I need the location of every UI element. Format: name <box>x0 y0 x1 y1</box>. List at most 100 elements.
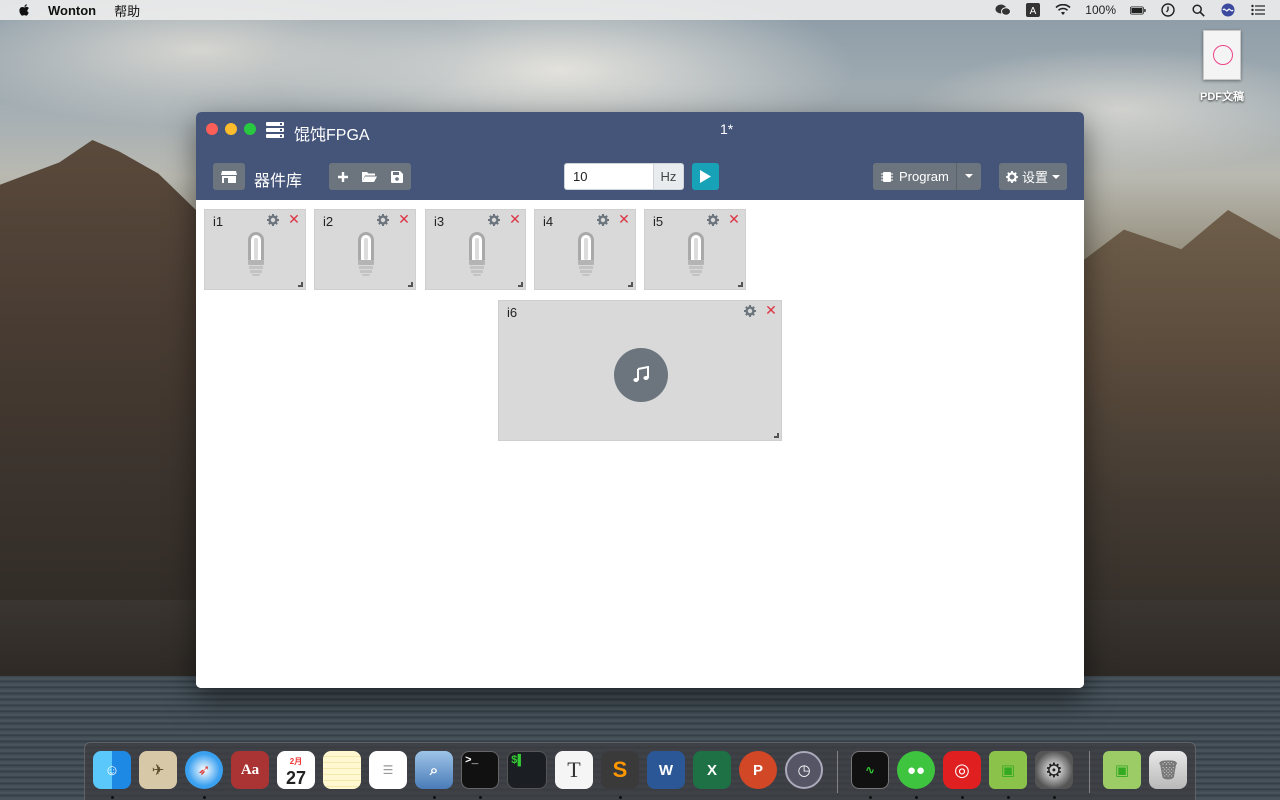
netease-music-icon[interactable]: ◎ <box>943 751 981 789</box>
resize-handle[interactable] <box>738 282 743 287</box>
trash-icon[interactable]: 🗑 <box>1149 751 1187 789</box>
component-card-i5[interactable]: i5 ✕ <box>644 209 746 290</box>
calendar-icon[interactable]: 2月 27 <box>277 751 315 789</box>
resize-handle[interactable] <box>298 282 303 287</box>
window-zoom-button[interactable] <box>244 123 256 135</box>
typora-icon[interactable]: T <box>555 751 593 789</box>
preview-icon[interactable]: ⌕ <box>415 751 453 789</box>
component-id: i5 <box>653 214 664 229</box>
console-icon[interactable]: $▌ <box>507 751 547 789</box>
plus-icon <box>337 171 348 182</box>
run-button[interactable] <box>692 163 719 190</box>
wechat-status-icon[interactable] <box>995 3 1012 17</box>
component-remove-close-icon[interactable]: ✕ <box>765 303 777 317</box>
desktop-file-label: PDF文稿 <box>1200 91 1244 103</box>
component-card-i2[interactable]: i2 ✕ <box>314 209 416 290</box>
input-method-icon[interactable]: A <box>1025 3 1041 17</box>
dictionary-icon[interactable]: Aa <box>231 751 269 789</box>
svg-text:A: A <box>1030 6 1037 17</box>
settings-dropdown-button[interactable]: 设置 <box>999 163 1067 190</box>
wechat-icon[interactable]: ●● <box>897 751 935 789</box>
frequency-unit: Hz <box>653 163 684 190</box>
component-settings-gear-icon[interactable] <box>267 214 279 226</box>
component-remove-close-icon[interactable]: ✕ <box>618 212 630 226</box>
menu-app-name[interactable]: Wonton <box>48 3 96 18</box>
resize-handle[interactable] <box>408 282 413 287</box>
dock-running-indicator <box>619 796 622 799</box>
wonton-downloads-icon[interactable]: ▣ <box>1103 751 1141 789</box>
activity-monitor-icon[interactable]: ∿ <box>851 751 889 789</box>
calendar-day: 27 <box>285 768 307 788</box>
system-preferences-icon[interactable]: ⚙ <box>1035 751 1073 789</box>
program-caret-down-icon[interactable] <box>965 174 973 178</box>
component-id: i3 <box>434 214 445 229</box>
preview-photo-icon[interactable]: ✈ <box>139 751 177 789</box>
battery-percentage: 100% <box>1085 3 1116 17</box>
light-bulb-icon <box>356 232 376 278</box>
save-icon <box>391 170 404 183</box>
window-close-button[interactable] <box>206 123 218 135</box>
wonton-icon[interactable]: ▣ <box>989 751 1027 789</box>
chip-icon <box>881 171 893 183</box>
finder-icon[interactable]: ☺ <box>93 751 131 789</box>
component-settings-gear-icon[interactable] <box>597 214 609 226</box>
apple-menu-icon[interactable] <box>18 3 32 17</box>
word-icon[interactable]: W <box>647 751 685 789</box>
desktop-pdf-file[interactable]: PDF文稿 <box>1194 30 1250 104</box>
resize-handle[interactable] <box>774 433 779 438</box>
open-button[interactable] <box>356 163 383 190</box>
window-minimize-button[interactable] <box>225 123 237 135</box>
component-settings-gear-icon[interactable] <box>488 214 500 226</box>
component-remove-close-icon[interactable]: ✕ <box>288 212 300 226</box>
dock-running-indicator <box>433 796 436 799</box>
save-button[interactable] <box>384 163 411 190</box>
component-remove-close-icon[interactable]: ✕ <box>509 212 521 226</box>
component-library-button[interactable] <box>213 163 245 190</box>
resize-handle[interactable] <box>628 282 633 287</box>
design-canvas[interactable]: i1 ✕ i2 ✕ i3 ✕ i4 ✕ i5 ✕ i6 ✕ <box>196 200 1084 688</box>
component-card-i4[interactable]: i4 ✕ <box>534 209 636 290</box>
component-settings-gear-icon[interactable] <box>744 305 756 317</box>
spotlight-search-icon[interactable] <box>1190 3 1206 17</box>
component-card-i3[interactable]: i3 ✕ <box>425 209 526 290</box>
new-button[interactable] <box>329 163 356 190</box>
component-library-label[interactable]: 器件库 <box>254 167 302 191</box>
siri-icon[interactable] <box>1220 3 1236 17</box>
time-machine-icon[interactable]: ◷ <box>785 751 823 789</box>
powerpoint-icon[interactable]: P <box>739 751 777 789</box>
component-id: i2 <box>323 214 334 229</box>
component-card-i6[interactable]: i6 ✕ <box>498 300 782 441</box>
component-settings-gear-icon[interactable] <box>377 214 389 226</box>
component-id: i1 <box>213 214 224 229</box>
resize-handle[interactable] <box>518 282 523 287</box>
toolbar: 器件库 Hz Program <box>196 148 1084 200</box>
battery-icon[interactable] <box>1130 3 1146 17</box>
frequency-input[interactable] <box>564 163 653 190</box>
dock-running-indicator <box>869 796 872 799</box>
notification-center-icon[interactable] <box>1250 3 1266 17</box>
reminders-icon[interactable]: ☰ <box>369 751 407 789</box>
settings-label: 设置 <box>1021 170 1048 185</box>
safari-icon[interactable]: ➶ <box>185 751 223 789</box>
dock-separator <box>1089 751 1090 793</box>
file-button-group <box>329 163 411 190</box>
wifi-icon[interactable] <box>1055 3 1071 17</box>
component-id: i4 <box>543 214 554 229</box>
component-settings-gear-icon[interactable] <box>707 214 719 226</box>
dock-running-indicator <box>915 796 918 799</box>
sublime-text-icon[interactable]: S <box>601 751 639 789</box>
component-remove-close-icon[interactable]: ✕ <box>398 212 410 226</box>
excel-icon[interactable]: X <box>693 751 731 789</box>
program-dropdown-button[interactable]: Program <box>873 163 981 190</box>
terminal-icon[interactable]: >_ <box>461 751 499 789</box>
clock-icon[interactable] <box>1160 3 1176 17</box>
notes-icon[interactable] <box>323 751 361 789</box>
document-title: 1* <box>720 121 734 137</box>
folder-open-icon <box>362 171 378 182</box>
component-remove-close-icon[interactable]: ✕ <box>728 212 740 226</box>
component-card-i1[interactable]: i1 ✕ <box>204 209 306 290</box>
dock-running-indicator <box>1053 796 1056 799</box>
menu-help[interactable]: 帮助 <box>114 1 140 20</box>
window-titlebar[interactable]: 馄饨FPGA 1* <box>196 112 1084 148</box>
play-icon <box>700 170 711 183</box>
